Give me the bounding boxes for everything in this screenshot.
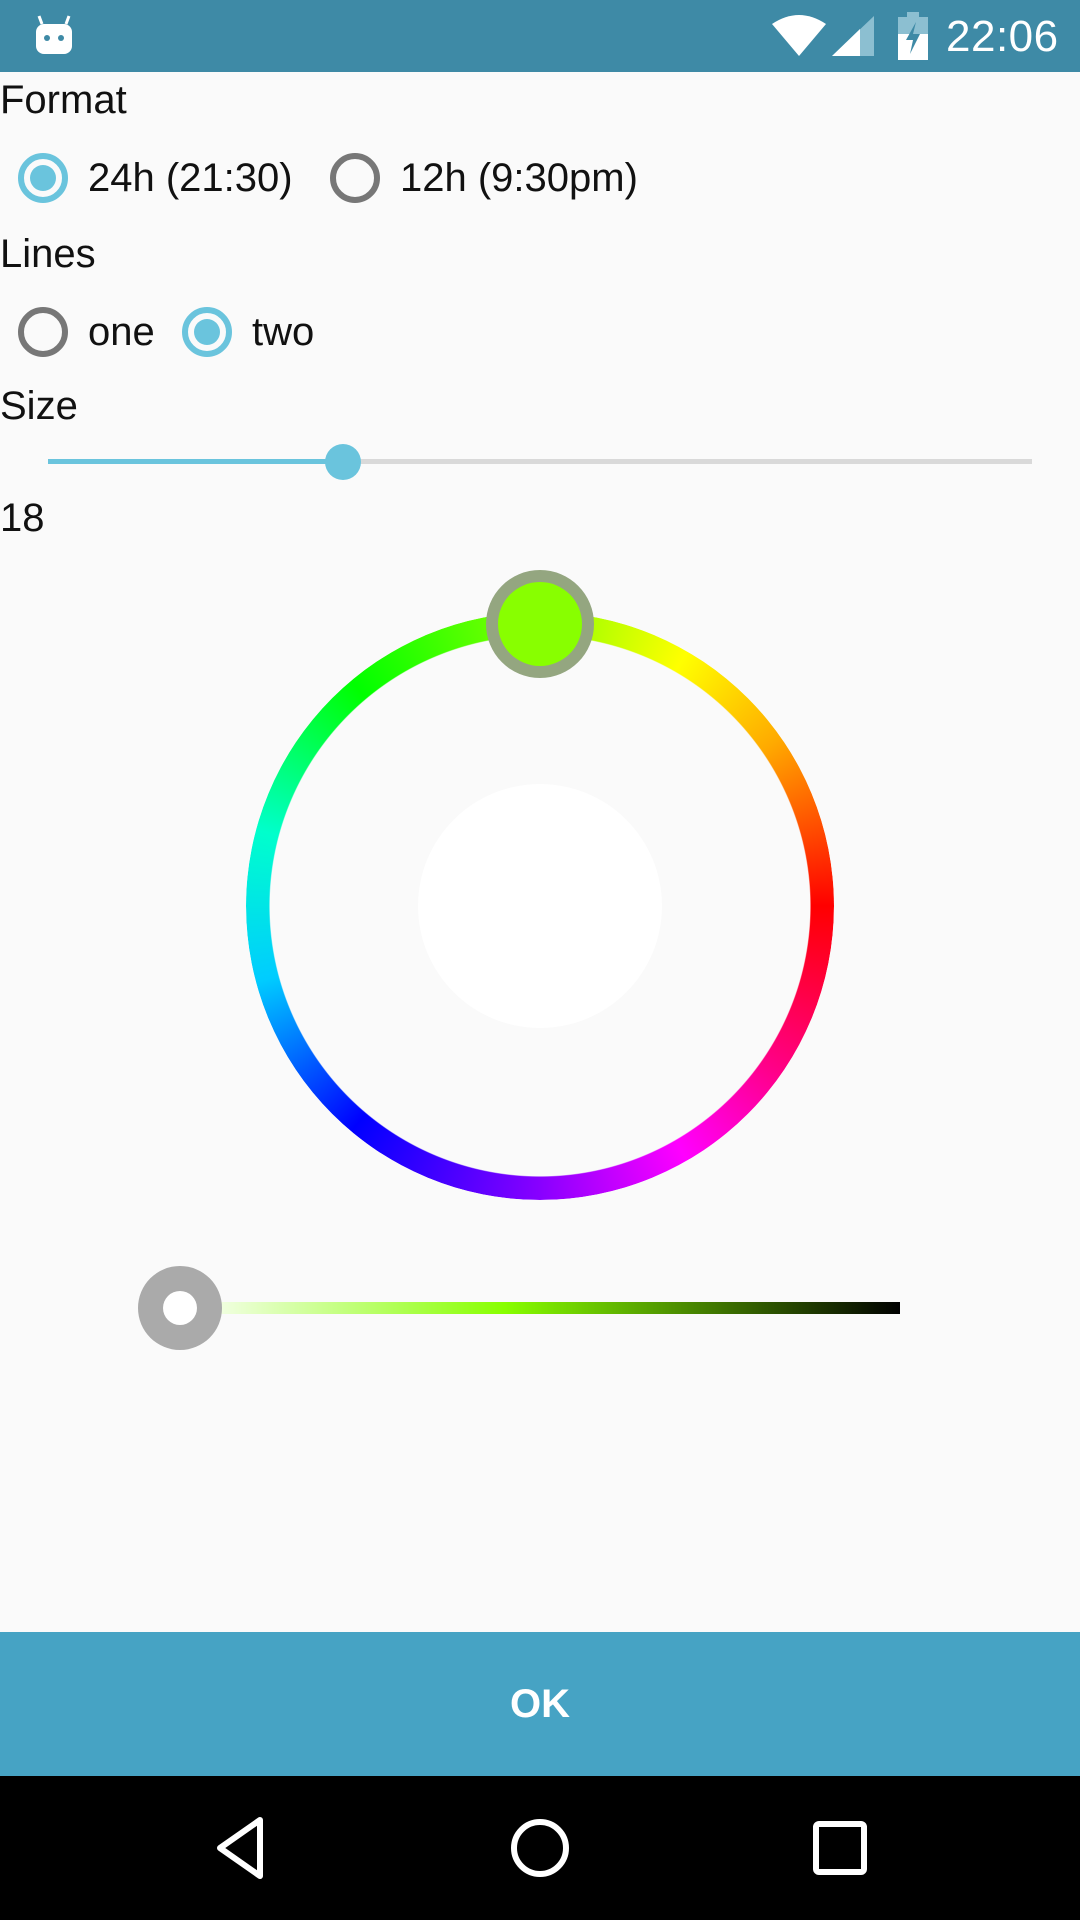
android-app-icon bbox=[36, 15, 72, 54]
radio-unchecked-icon bbox=[330, 153, 380, 203]
wifi-icon bbox=[772, 15, 826, 56]
format-24h-label: 24h (21:30) bbox=[88, 155, 293, 200]
lines-label: Lines bbox=[0, 232, 96, 276]
color-wheel-handle[interactable] bbox=[486, 570, 594, 678]
home-icon[interactable] bbox=[498, 1806, 582, 1890]
size-slider[interactable] bbox=[48, 444, 1032, 480]
radio-unchecked-icon bbox=[18, 307, 68, 357]
format-24h-radio[interactable]: 24h (21:30) bbox=[18, 138, 293, 218]
lines-two-label: two bbox=[252, 309, 315, 354]
size-slider-thumb[interactable] bbox=[325, 444, 362, 480]
size-slider-fill bbox=[48, 459, 344, 464]
format-12h-radio[interactable]: 12h (9:30pm) bbox=[330, 138, 638, 218]
lines-two-radio[interactable]: two bbox=[182, 292, 314, 372]
status-time: 22:06 bbox=[946, 12, 1059, 61]
back-icon[interactable] bbox=[198, 1806, 282, 1890]
navigation-bar bbox=[0, 1776, 1080, 1920]
radio-checked-icon bbox=[18, 153, 68, 203]
lines-radio-group: one two bbox=[0, 292, 400, 372]
signal-icon bbox=[832, 16, 874, 56]
status-bar: 22:06 bbox=[0, 0, 1080, 72]
recents-icon[interactable] bbox=[798, 1806, 882, 1890]
radio-checked-icon bbox=[182, 307, 232, 357]
format-12h-label: 12h (9:30pm) bbox=[400, 155, 638, 200]
color-preview-center[interactable] bbox=[418, 784, 662, 1028]
size-value: 18 bbox=[0, 496, 45, 540]
lines-one-label: one bbox=[88, 309, 155, 354]
color-value-thumb[interactable] bbox=[138, 1266, 222, 1350]
ok-button[interactable]: OK bbox=[0, 1632, 1080, 1776]
size-label: Size bbox=[0, 384, 78, 428]
format-label: Format bbox=[0, 78, 127, 122]
format-radio-group: 24h (21:30) 12h (9:30pm) bbox=[0, 138, 700, 218]
battery-charging-icon bbox=[898, 12, 928, 60]
lines-one-radio[interactable]: one bbox=[18, 292, 155, 372]
color-value-bar[interactable] bbox=[180, 1302, 900, 1314]
